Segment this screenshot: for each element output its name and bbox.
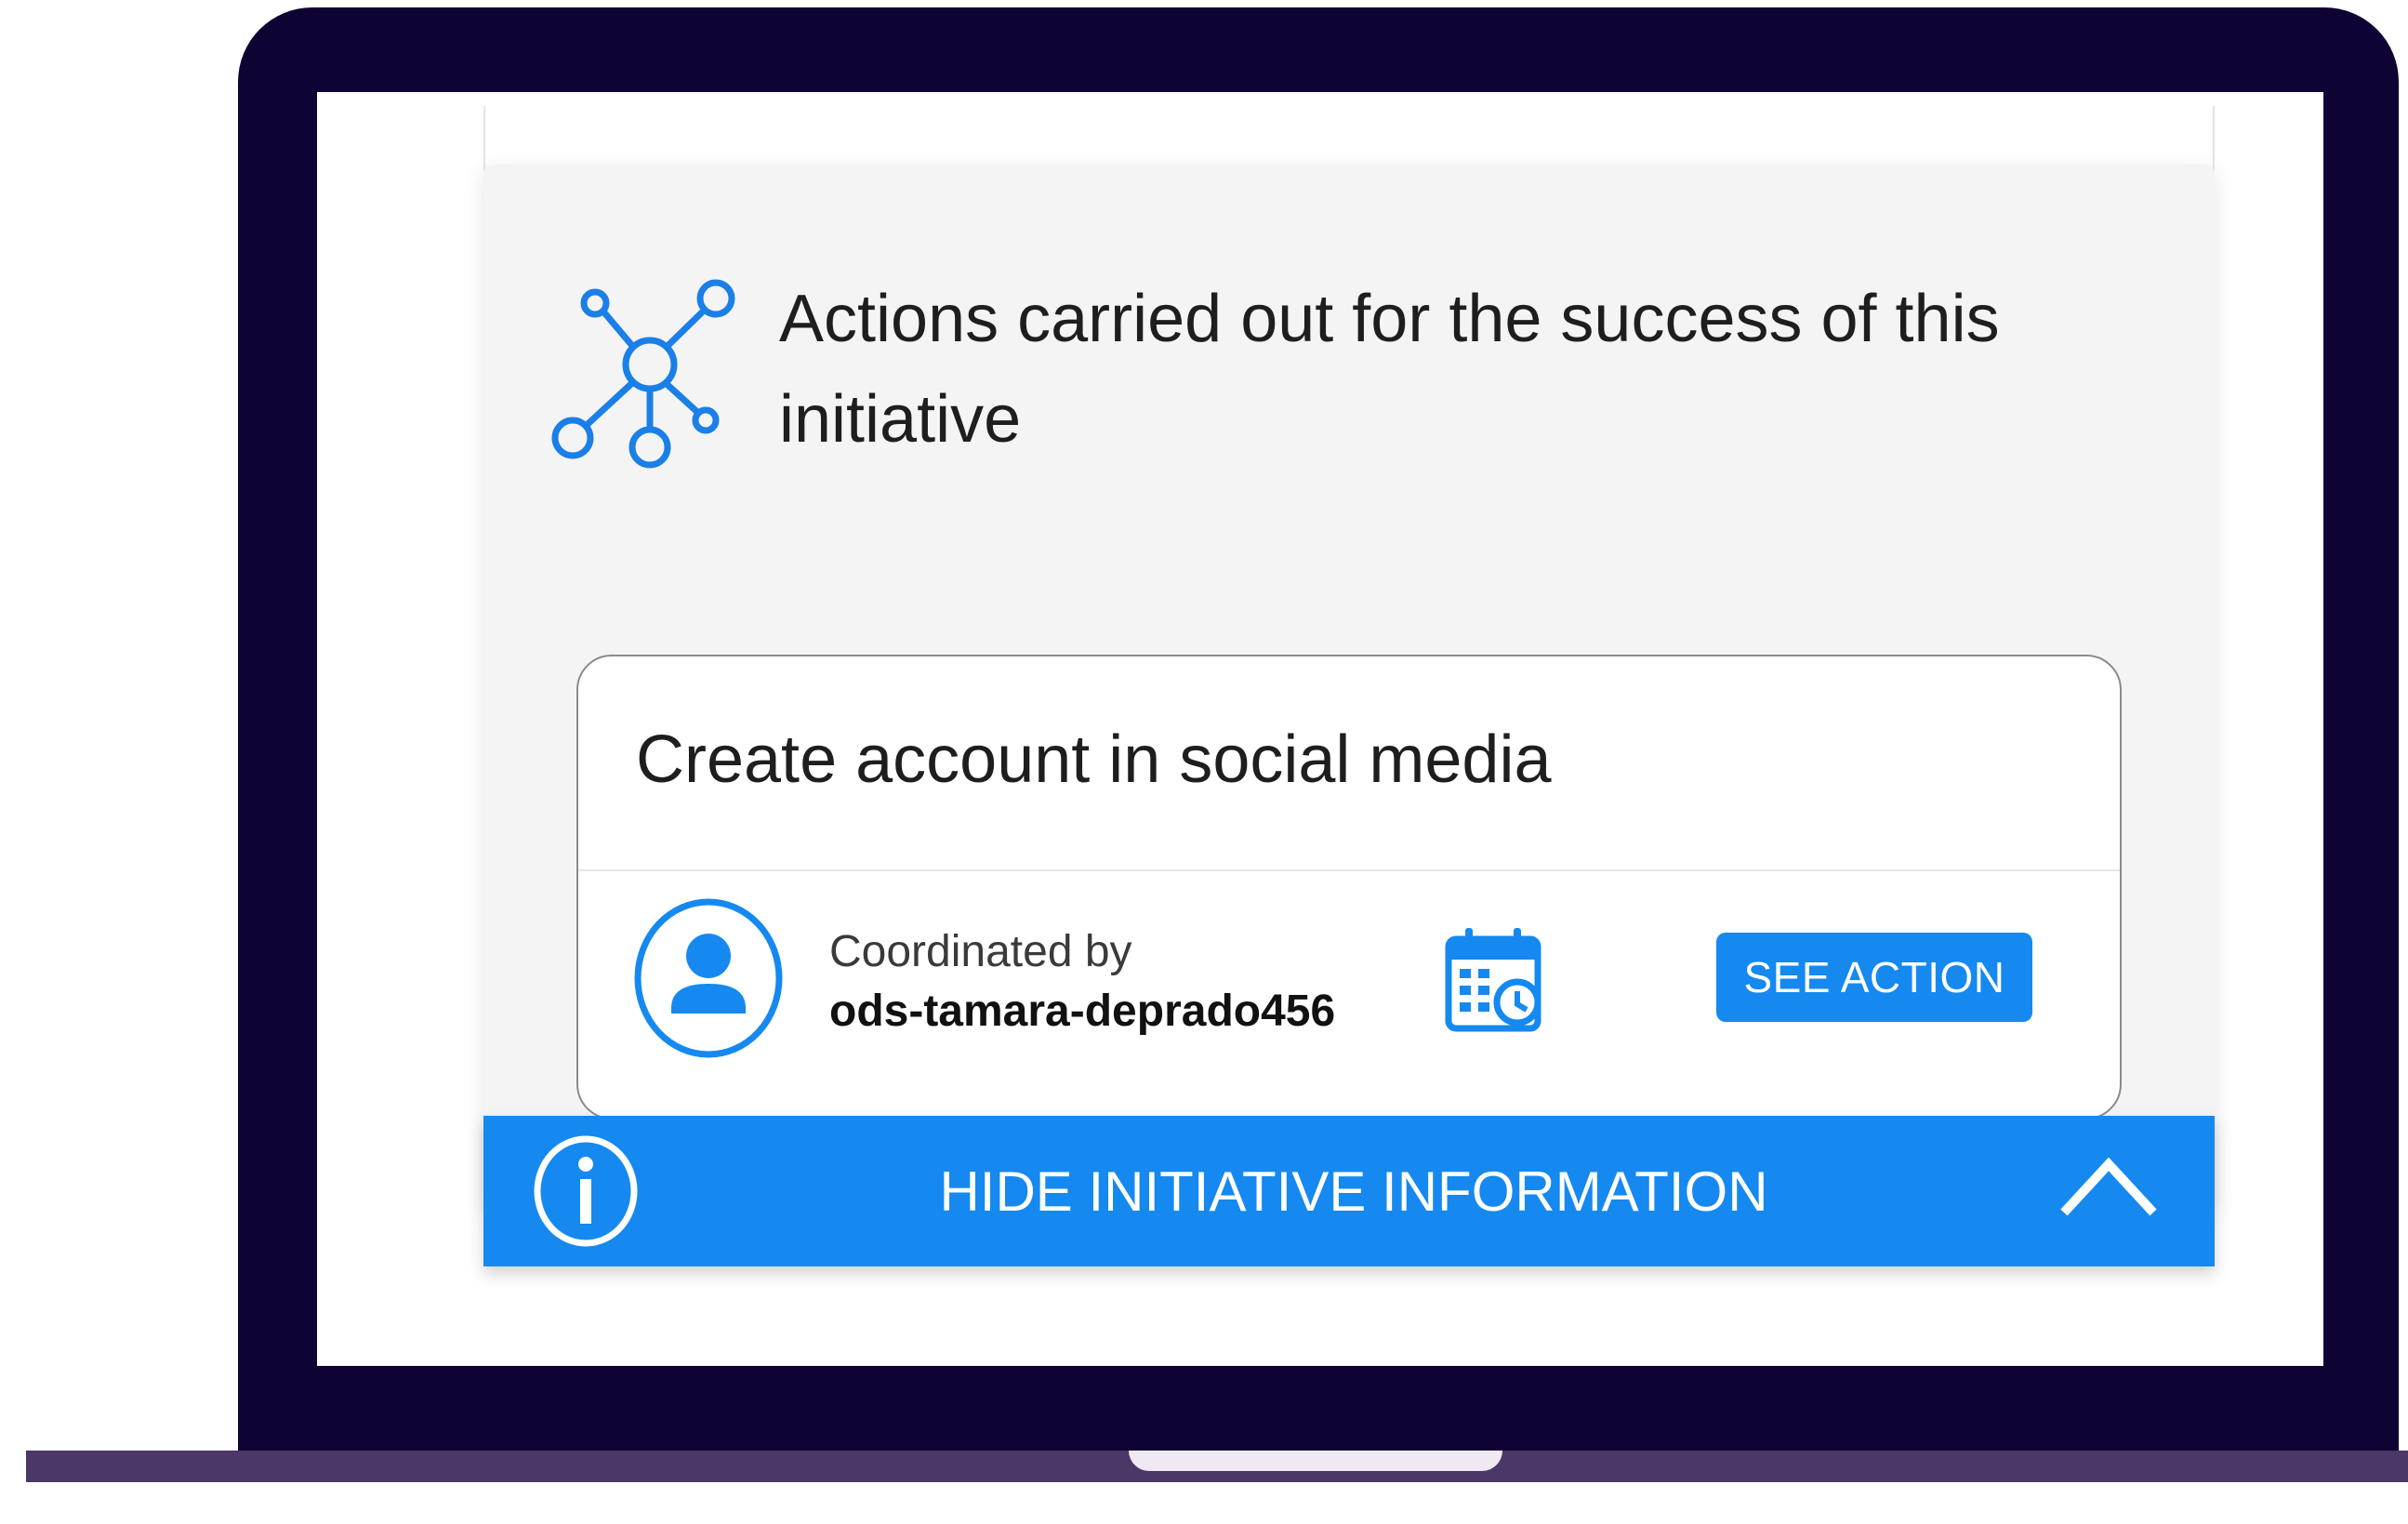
action-card: Create account in social media Coordinat… <box>576 655 2122 1120</box>
network-nodes-icon <box>551 279 735 469</box>
hide-initiative-info-bar[interactable]: HIDE INITIATIVE INFORMATION <box>483 1116 2215 1266</box>
laptop-notch <box>1129 1451 1502 1471</box>
actions-section-header: Actions carried out for the success of t… <box>550 258 2187 481</box>
initiative-panel: Actions carried out for the success of t… <box>483 165 2215 1206</box>
see-action-button[interactable]: SEE ACTION <box>1716 933 2032 1022</box>
coordinated-by-label: Coordinated by <box>829 927 1132 976</box>
chevron-up-icon[interactable] <box>2058 1151 2159 1226</box>
calendar-clock-icon[interactable] <box>1443 926 1545 1034</box>
screen: Actions carried out for the success of t… <box>317 92 2323 1366</box>
card-divider <box>578 869 2120 871</box>
coordinator-name: ods-tamara-deprado456 <box>829 987 1336 1036</box>
action-title: Create account in social media <box>636 722 1552 797</box>
user-avatar-icon <box>634 898 783 1058</box>
hide-initiative-info-label: HIDE INITIATIVE INFORMATION <box>939 1160 1768 1223</box>
actions-section-title: Actions carried out for the success of t… <box>779 282 2000 457</box>
